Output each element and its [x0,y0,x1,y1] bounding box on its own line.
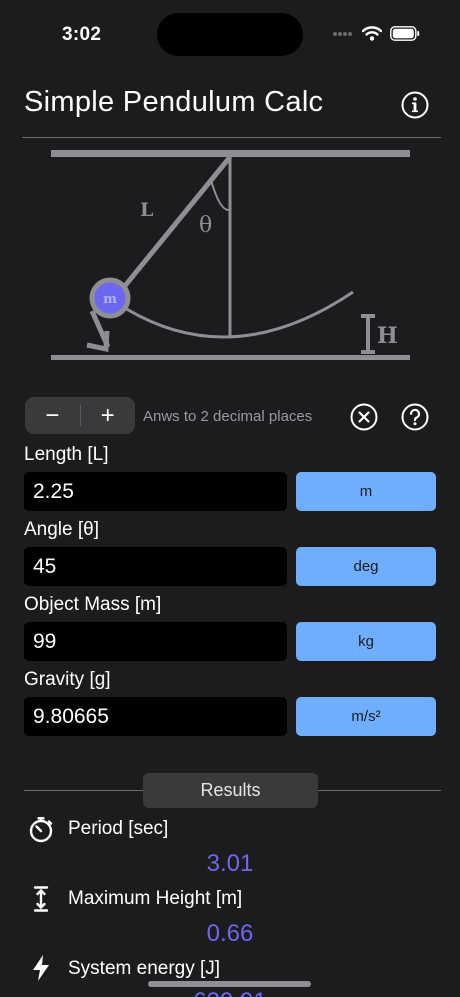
angle-label: Angle [θ] [24,519,99,540]
status-bar: 3:02 [0,0,460,70]
length-label: L [140,199,153,221]
period-label: Period [sec] [68,818,169,839]
gravity-label: Gravity [g] [24,669,111,690]
page-title: Simple Pendulum Calc [24,86,324,118]
length-input[interactable]: 2.25 [24,472,287,511]
info-circle-icon[interactable] [400,90,430,120]
height-arrow-icon [33,886,49,912]
bob-label: m [103,292,117,307]
gravity-input[interactable]: 9.80665 [24,697,287,736]
mass-label: Object Mass [m] [24,594,162,615]
status-time: 3:02 [62,24,102,45]
height-label: H [377,323,398,349]
dynamic-island [157,13,303,56]
decrement-button[interactable]: − [25,397,80,434]
system-energy-label: System energy [J] [68,958,221,979]
mass-input[interactable]: 99 [24,622,287,661]
angle-arc [210,179,231,212]
header-divider [22,137,441,138]
ceiling-bar [51,150,410,157]
length-unit-button[interactable]: m [296,472,436,511]
stopwatch-icon [29,817,53,843]
period-value: 3.01 [206,850,254,877]
max-height-value: 0.66 [206,920,254,947]
decimal-stepper[interactable]: − + [25,397,135,434]
increment-button[interactable]: + [81,397,136,434]
angle-input[interactable]: 45 [24,547,287,586]
mass-unit-button[interactable]: kg [296,622,436,661]
max-height-label: Maximum Height [m] [68,888,243,909]
pendulum-diagram: m L θ H [51,150,410,360]
bolt-icon [33,955,49,981]
gravity-unit-button[interactable]: m/s² [296,697,436,736]
home-indicator [148,981,311,987]
system-energy-value: 639.91 [0,988,460,997]
decimal-places-label: Anws to 2 decimal places [143,408,313,425]
clear-circle-icon[interactable] [349,402,379,432]
results-header: Results [143,773,318,808]
angle-label: θ [199,213,212,238]
swing-arc-path [119,290,354,339]
floor-bar [51,355,410,360]
pendulum-string [113,155,232,300]
help-circle-icon[interactable] [400,402,430,432]
angle-unit-button[interactable]: deg [296,547,436,586]
battery-icon [390,26,420,41]
wifi-icon [362,26,382,41]
length-label: Length [L] [24,444,109,465]
status-icons [332,26,420,41]
cellular-signal-icon [333,31,352,36]
